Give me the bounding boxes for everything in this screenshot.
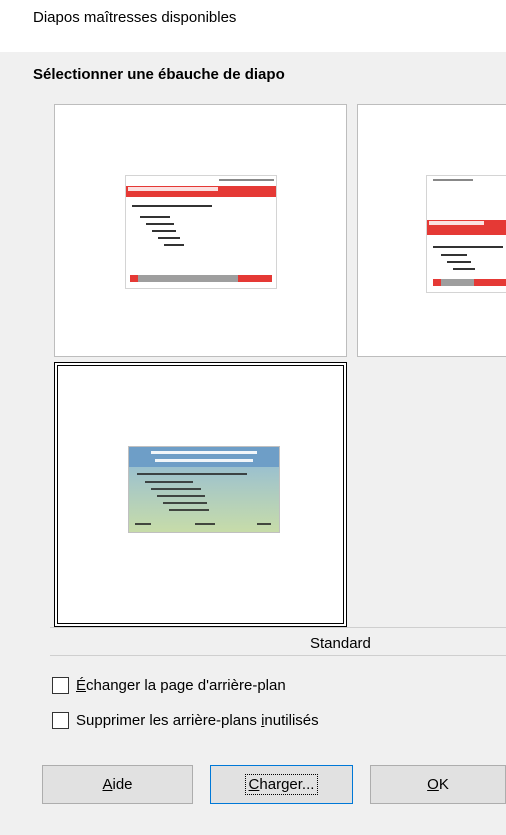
slide-design-item[interactable] xyxy=(357,104,506,357)
selected-design-caption: Standard xyxy=(50,627,506,656)
selected-design-name: Standard xyxy=(310,635,371,652)
load-button[interactable]: Charger... xyxy=(210,765,353,804)
exchange-background-checkbox[interactable] xyxy=(52,677,69,694)
slide-design-list[interactable] xyxy=(50,100,506,628)
slide-design-item-selected[interactable] xyxy=(54,362,347,627)
dialog-header: Diapos maîtresses disponibles xyxy=(0,0,506,52)
delete-unused-checkbox[interactable] xyxy=(52,712,69,729)
dialog: Diapos maîtresses disponibles Sélectionn… xyxy=(0,0,506,835)
slide-thumbnail xyxy=(128,446,280,533)
slide-thumbnail xyxy=(426,175,506,293)
delete-unused-option[interactable]: Supprimer les arrière-plans inutilisés xyxy=(52,712,319,729)
dialog-title: Diapos maîtresses disponibles xyxy=(33,9,237,26)
exchange-background-label: Échanger la page d'arrière-plan xyxy=(76,677,286,694)
slide-thumbnail xyxy=(125,175,277,289)
help-button[interactable]: Aide xyxy=(42,765,193,804)
delete-unused-label: Supprimer les arrière-plans inutilisés xyxy=(76,712,319,729)
slide-design-item[interactable] xyxy=(54,104,347,357)
ok-button[interactable]: OK xyxy=(370,765,506,804)
section-title: Sélectionner une ébauche de diapo xyxy=(33,66,285,83)
exchange-background-option[interactable]: Échanger la page d'arrière-plan xyxy=(52,677,286,694)
